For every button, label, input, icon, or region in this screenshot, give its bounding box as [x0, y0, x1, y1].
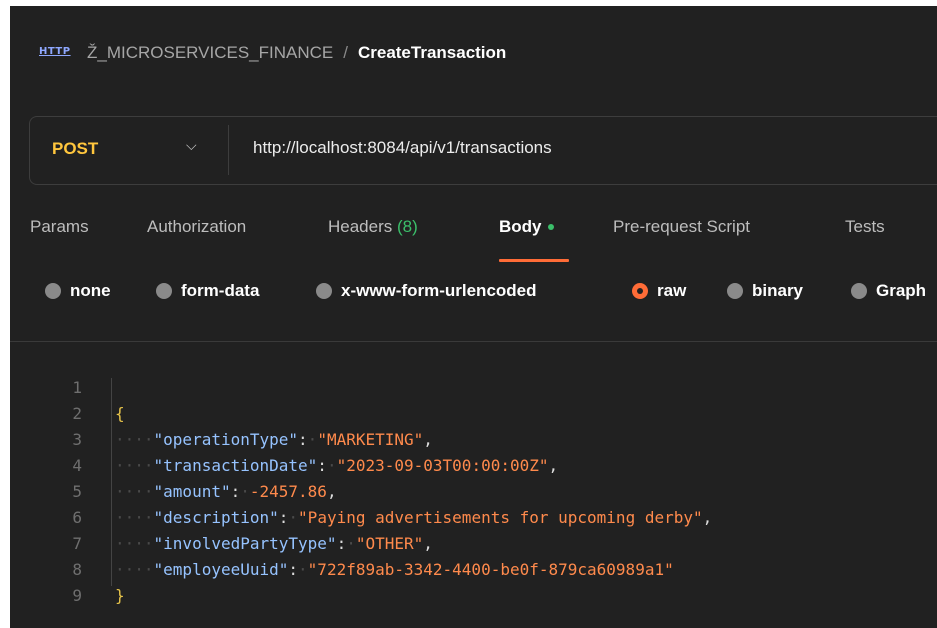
tab-headers-label: Headers	[328, 217, 393, 236]
body-type-label: raw	[657, 281, 687, 300]
url-divider	[228, 125, 229, 175]
body-indicator-dot-icon	[547, 223, 554, 230]
close-brace: }	[115, 586, 125, 605]
body-type-label: binary	[752, 281, 804, 300]
body-type-urlencoded[interactable]: x-www-form-urlencoded	[316, 281, 537, 301]
url-input[interactable]: http://localhost:8084/api/v1/transaction…	[253, 138, 552, 158]
code-line: 4 ····"amount":·-2457.86,	[10, 427, 336, 501]
code-line: 7 ····"employeeUuid":·"722f89ab-3342-440…	[10, 505, 673, 579]
json-key: "operationType"	[153, 430, 299, 449]
body-type-label: none	[70, 281, 111, 300]
code-line: 8 }	[10, 531, 124, 605]
tab-body[interactable]: Body	[499, 217, 554, 237]
breadcrumb-collection[interactable]: Ž_MICROSERVICES_FINANCE	[87, 43, 333, 62]
request-header: HTTP Ž_MICROSERVICES_FINANCE / CreateTrans…	[10, 6, 937, 105]
json-value: "MARKETING"	[317, 430, 424, 449]
open-brace: {	[115, 404, 125, 423]
radio-icon	[156, 283, 172, 299]
body-type-binary[interactable]: binary	[727, 281, 803, 301]
json-value: "Paying advertisements for upcoming derb…	[298, 508, 703, 527]
body-type-label: form-data	[181, 281, 260, 300]
json-key: "involvedPartyType"	[153, 534, 337, 553]
body-type-label: Graph	[876, 281, 927, 300]
body-type-none[interactable]: none	[45, 281, 111, 301]
body-type-label: x-www-form-urlencoded	[341, 281, 537, 300]
json-value: "OTHER"	[355, 534, 424, 553]
tab-headers[interactable]: Headers (8)	[328, 217, 418, 237]
body-type-form-data[interactable]: form-data	[156, 281, 259, 301]
request-tabs: Params Authorization Headers (8) Body Pr…	[10, 214, 937, 264]
breadcrumb-request-name[interactable]: CreateTransaction	[358, 43, 506, 62]
json-value: "2023-09-03T00:00:00Z"	[336, 456, 549, 475]
url-bar: POST ⌵ http://localhost:8084/api/v1/tran…	[29, 116, 937, 185]
radio-icon	[316, 283, 332, 299]
code-line: 6 ····"involvedPartyType":·"OTHER",	[10, 479, 433, 553]
code-line: 5 ····"description":·"Paying advertiseme…	[10, 453, 712, 527]
radio-icon	[45, 283, 61, 299]
tab-params[interactable]: Params	[30, 217, 89, 237]
code-line: 2 ····"operationType":·"MARKETING",	[10, 375, 433, 449]
tab-body-label: Body	[499, 217, 542, 236]
breadcrumb: Ž_MICROSERVICES_FINANCE / CreateTransactio…	[87, 43, 506, 63]
json-key: "description"	[153, 508, 279, 527]
tab-pre-request-script[interactable]: Pre-request Script	[613, 217, 750, 237]
code-line: 1 {	[10, 349, 124, 423]
json-value: "722f89ab-3342-4400-be0f-879ca60989a1"	[307, 560, 674, 579]
json-key: "employeeUuid"	[153, 560, 289, 579]
active-tab-underline	[499, 259, 569, 262]
http-icon: HTTP	[39, 46, 71, 57]
line-number: 9	[72, 586, 82, 605]
request-app: HTTP Ž_MICROSERVICES_FINANCE / CreateTrans…	[10, 6, 937, 628]
radio-selected-icon	[632, 283, 648, 299]
code-line: 9	[10, 557, 82, 605]
headers-count-badge: (8)	[397, 217, 418, 236]
body-type-options: none form-data x-www-form-urlencoded raw…	[10, 281, 937, 311]
code-editor[interactable]: 1 { 2 ····"operationType":·"MARKETING", …	[10, 341, 937, 628]
method-select[interactable]: POST	[52, 139, 98, 159]
body-type-raw[interactable]: raw	[632, 281, 686, 301]
radio-icon	[851, 283, 867, 299]
body-type-graphql[interactable]: Graph	[851, 281, 926, 301]
code-line: 3 ····"transactionDate":·"2023-09-03T00:…	[10, 401, 558, 475]
tab-tests[interactable]: Tests	[845, 217, 885, 237]
json-value: -2457.86	[249, 482, 327, 501]
json-key: "transactionDate"	[153, 456, 318, 475]
radio-icon	[727, 283, 743, 299]
indent-guide	[111, 378, 112, 586]
tab-authorization[interactable]: Authorization	[147, 217, 246, 237]
breadcrumb-separator: /	[343, 43, 348, 62]
chevron-down-icon[interactable]: ⌵	[186, 137, 197, 154]
json-key: "amount"	[153, 482, 231, 501]
